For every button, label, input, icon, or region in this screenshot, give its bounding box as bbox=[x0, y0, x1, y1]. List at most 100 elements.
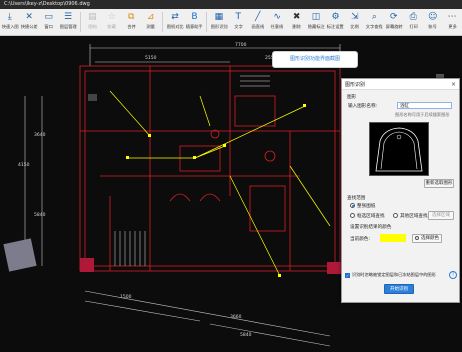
toolbar-button-text-search[interactable]: ⌕ 文字查找 bbox=[365, 9, 384, 35]
select-area-button[interactable]: 选择区域 bbox=[428, 211, 454, 220]
current-color-label: 当前颜色: bbox=[350, 237, 370, 242]
palette-icon bbox=[415, 235, 419, 240]
toolbar-label: 画直线 bbox=[251, 25, 265, 30]
toolbar-button-text[interactable]: T 文字 bbox=[229, 9, 248, 35]
account-icon: ☺ bbox=[427, 11, 438, 22]
measure-icon: ⊿ bbox=[146, 11, 155, 22]
toolbar-label: 账号 bbox=[428, 25, 437, 30]
shape-preview bbox=[369, 122, 429, 176]
option-label: 其他区域查找 bbox=[400, 214, 428, 219]
toolbar-label: 隐藏标注 bbox=[307, 25, 325, 30]
window-icon: ▭ bbox=[44, 11, 53, 22]
close-icon[interactable]: × bbox=[451, 81, 456, 88]
toolbar-button-window[interactable]: ▭ 窗口 bbox=[39, 9, 58, 35]
window-title: C:\Users\lkey-z\Desktop\0906.dwg bbox=[4, 1, 90, 7]
layer-manager-icon: ☰ bbox=[63, 11, 73, 22]
pink-block bbox=[80, 258, 94, 272]
pink-block bbox=[327, 262, 341, 274]
text-search-icon: ⌕ bbox=[371, 11, 377, 22]
option-other-area[interactable]: 其他区域查找 bbox=[393, 213, 428, 219]
choose-color-button[interactable]: 选择颜色 bbox=[412, 234, 442, 243]
toolbar-label: 文字查找 bbox=[365, 25, 383, 30]
shape-recognition-dialog: 图形识别 × 图形 输入图形名称: 浴缸 图形名称可用于后续搜索图形 重新选取图… bbox=[341, 78, 460, 303]
toolbar-button-layer-manager[interactable]: ☰ 图层管理 bbox=[58, 9, 77, 35]
toolbar-label: 测量 bbox=[146, 25, 155, 30]
toolbar-separator bbox=[162, 12, 164, 32]
toolbar-button-tolerance[interactable]: ✕ 快捷公差 bbox=[19, 9, 38, 35]
toolbar-button-favorites[interactable]: ☆ 收藏 bbox=[102, 9, 121, 35]
toolbar-label: 快速入图 bbox=[1, 25, 19, 30]
name-hint: 图形名称可用于后续搜索图形 bbox=[395, 112, 450, 117]
recognition-result-lines bbox=[109, 90, 331, 277]
toolbar-label: 随意助手 bbox=[186, 25, 203, 30]
toolbar-button-shape-recognize[interactable]: ▦ 图形识别 bbox=[209, 9, 228, 35]
toolbar-button-drawing-compare[interactable]: ⇄ 图纸对比 bbox=[165, 9, 184, 35]
toolbar-button-freeline[interactable]: ∿ 任意线 bbox=[267, 9, 286, 35]
gray-block bbox=[3, 238, 37, 272]
toolbar-button-screen-rotate[interactable]: ⟳ 屏幕旋转 bbox=[384, 9, 403, 35]
option-label: 框选区域查找 bbox=[357, 214, 385, 219]
toolbar-button-merge[interactable]: ⧉ 合并 bbox=[122, 9, 141, 35]
fast-import-icon: ⤓ bbox=[7, 11, 12, 22]
toolbar-label: 任意线 bbox=[270, 25, 284, 30]
scale-icon: ⇲ bbox=[351, 11, 359, 22]
text-icon: T bbox=[235, 11, 242, 22]
toolbar-label: 屏幕旋转 bbox=[385, 25, 403, 30]
dim-label: 3640 bbox=[34, 132, 46, 138]
option-box-area[interactable]: 框选区域查找 bbox=[350, 213, 385, 219]
toolbar-label: 文字 bbox=[234, 25, 243, 30]
toolbar-separator bbox=[206, 12, 208, 32]
section-shape-label: 图形 bbox=[347, 95, 357, 100]
more-icon: ⋯ bbox=[447, 11, 457, 22]
toolbar-separator bbox=[79, 12, 81, 32]
shape-name-input[interactable]: 浴缸 bbox=[397, 102, 452, 109]
reselect-shape-button[interactable]: 重新选取图形 bbox=[424, 179, 454, 188]
toolbar-button-measure[interactable]: ⊿ 测量 bbox=[141, 9, 160, 35]
checkbox-label: 识别时忽略被锁定图层和已冻结图层中的图形 bbox=[352, 272, 436, 277]
toolbar-button-drawing-doc[interactable]: ▤ 图档 bbox=[83, 9, 102, 35]
toolbar-label: 删除 bbox=[292, 25, 301, 30]
tolerance-icon: ✕ bbox=[25, 11, 33, 22]
toolbar-button-assistant[interactable]: B 随意助手 bbox=[185, 9, 204, 35]
screen-rotate-icon: ⟳ bbox=[390, 11, 398, 22]
dim-label: 5840 bbox=[34, 212, 46, 218]
dimension-settings-icon: ⚙ bbox=[331, 11, 340, 22]
freeline-icon: ∿ bbox=[273, 11, 281, 22]
color-swatch[interactable] bbox=[380, 234, 406, 242]
toolbar-button-more[interactable]: ⋯ 更多 bbox=[442, 9, 461, 35]
ignore-locked-checkbox[interactable]: ✓ 识别时忽略被锁定图层和已冻结图层中的图形 bbox=[345, 272, 436, 278]
radio-icon[interactable] bbox=[393, 213, 398, 218]
dimension-lines bbox=[24, 44, 341, 347]
toolbar-button-scale[interactable]: ⇲ 比例 bbox=[345, 9, 364, 35]
drawing-compare-icon: ⇄ bbox=[171, 11, 179, 22]
toolbar-button-print[interactable]: ⎙ 打印 bbox=[404, 9, 423, 35]
start-recognition-button[interactable]: 开始识别 bbox=[384, 284, 414, 294]
dim-label: 7700 bbox=[235, 42, 247, 48]
toolbar-button-fast-import[interactable]: ⤓ 快速入图 bbox=[0, 9, 19, 35]
toolbar-button-hide-dimension[interactable]: ◫ 隐藏标注 bbox=[306, 9, 325, 35]
toolbar-label: 图形识别 bbox=[210, 25, 228, 30]
option-whole-drawing[interactable]: 整张图纸 bbox=[350, 203, 375, 209]
dim-label: 1500 bbox=[120, 294, 132, 300]
help-icon[interactable]: ? bbox=[449, 271, 457, 279]
section-range-label: 查找范围 bbox=[347, 196, 366, 201]
toolbar-button-draw-line[interactable]: ╱ 画直线 bbox=[248, 9, 267, 35]
name-label: 输入图形名称: bbox=[348, 104, 378, 109]
checkbox-checked-icon[interactable]: ✓ bbox=[345, 272, 350, 278]
toolbar-label: 标注设置 bbox=[327, 25, 344, 30]
dim-label: 3660 bbox=[230, 314, 242, 320]
color-section-label: 设置识别结果的颜色 bbox=[350, 225, 392, 230]
delete-icon: ✖ bbox=[292, 11, 301, 22]
dim-label: 4150 bbox=[18, 162, 30, 168]
toolbar-button-dimension-settings[interactable]: ⚙ 标注设置 bbox=[326, 9, 345, 35]
window-titlebar: C:\Users\lkey-z\Desktop\0906.dwg bbox=[0, 0, 462, 9]
toolbar-label: 收藏 bbox=[107, 25, 117, 30]
toolbar-label: 打印 bbox=[408, 25, 418, 30]
dialog-header: 图形识别 × bbox=[342, 79, 459, 90]
radio-icon[interactable] bbox=[350, 213, 355, 218]
toolbar-button-delete[interactable]: ✖ 删除 bbox=[287, 9, 306, 35]
radio-selected-icon[interactable] bbox=[350, 203, 355, 208]
merge-icon: ⧉ bbox=[128, 11, 135, 22]
toolbar-label: 更多 bbox=[447, 25, 457, 30]
toolbar-button-account[interactable]: ☺ 账号 bbox=[423, 9, 442, 35]
